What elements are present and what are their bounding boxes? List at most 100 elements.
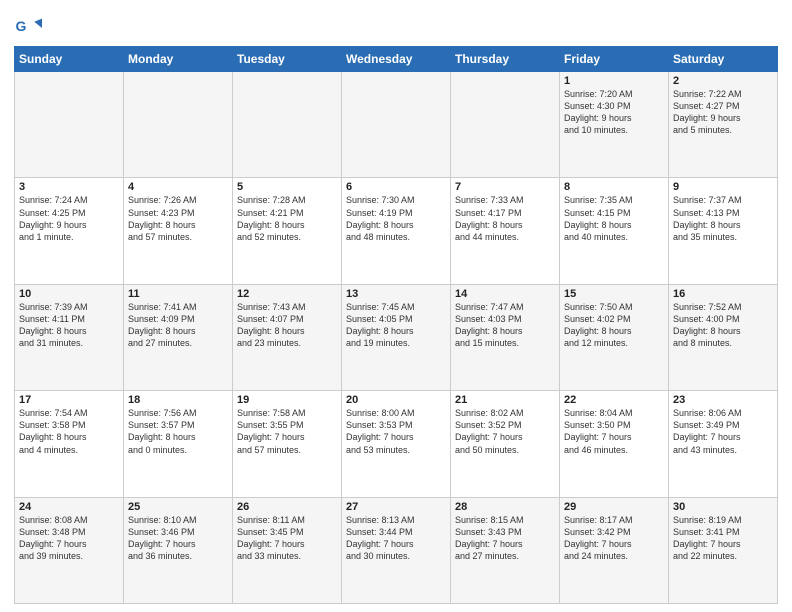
calendar-cell: 10Sunrise: 7:39 AM Sunset: 4:11 PM Dayli…	[15, 284, 124, 390]
calendar-cell: 1Sunrise: 7:20 AM Sunset: 4:30 PM Daylig…	[560, 72, 669, 178]
day-info: Sunrise: 7:28 AM Sunset: 4:21 PM Dayligh…	[237, 194, 337, 243]
day-info: Sunrise: 8:15 AM Sunset: 3:43 PM Dayligh…	[455, 514, 555, 563]
logo-icon: G	[14, 14, 42, 42]
day-info: Sunrise: 7:26 AM Sunset: 4:23 PM Dayligh…	[128, 194, 228, 243]
day-info: Sunrise: 8:04 AM Sunset: 3:50 PM Dayligh…	[564, 407, 664, 456]
day-info: Sunrise: 7:24 AM Sunset: 4:25 PM Dayligh…	[19, 194, 119, 243]
day-number: 14	[455, 288, 555, 300]
day-number: 18	[128, 394, 228, 406]
day-info: Sunrise: 8:06 AM Sunset: 3:49 PM Dayligh…	[673, 407, 773, 456]
calendar-cell: 6Sunrise: 7:30 AM Sunset: 4:19 PM Daylig…	[342, 178, 451, 284]
calendar-cell: 2Sunrise: 7:22 AM Sunset: 4:27 PM Daylig…	[669, 72, 778, 178]
day-info: Sunrise: 7:20 AM Sunset: 4:30 PM Dayligh…	[564, 88, 664, 137]
day-of-week-header: Monday	[124, 47, 233, 72]
calendar-week: 10Sunrise: 7:39 AM Sunset: 4:11 PM Dayli…	[15, 284, 778, 390]
day-number: 26	[237, 501, 337, 513]
page: G SundayMondayTuesdayWednesdayThursdayFr…	[0, 0, 792, 612]
day-number: 2	[673, 75, 773, 87]
calendar-cell: 4Sunrise: 7:26 AM Sunset: 4:23 PM Daylig…	[124, 178, 233, 284]
calendar-week: 3Sunrise: 7:24 AM Sunset: 4:25 PM Daylig…	[15, 178, 778, 284]
day-number: 10	[19, 288, 119, 300]
day-info: Sunrise: 7:41 AM Sunset: 4:09 PM Dayligh…	[128, 301, 228, 350]
day-number: 5	[237, 181, 337, 193]
calendar-cell: 14Sunrise: 7:47 AM Sunset: 4:03 PM Dayli…	[451, 284, 560, 390]
day-info: Sunrise: 7:52 AM Sunset: 4:00 PM Dayligh…	[673, 301, 773, 350]
day-number: 8	[564, 181, 664, 193]
calendar-week: 1Sunrise: 7:20 AM Sunset: 4:30 PM Daylig…	[15, 72, 778, 178]
day-number: 25	[128, 501, 228, 513]
calendar-cell	[451, 72, 560, 178]
day-info: Sunrise: 8:00 AM Sunset: 3:53 PM Dayligh…	[346, 407, 446, 456]
day-info: Sunrise: 7:37 AM Sunset: 4:13 PM Dayligh…	[673, 194, 773, 243]
days-of-week-row: SundayMondayTuesdayWednesdayThursdayFrid…	[15, 47, 778, 72]
calendar-cell: 26Sunrise: 8:11 AM Sunset: 3:45 PM Dayli…	[233, 497, 342, 603]
day-number: 23	[673, 394, 773, 406]
day-info: Sunrise: 7:30 AM Sunset: 4:19 PM Dayligh…	[346, 194, 446, 243]
calendar-cell: 16Sunrise: 7:52 AM Sunset: 4:00 PM Dayli…	[669, 284, 778, 390]
day-number: 11	[128, 288, 228, 300]
day-number: 4	[128, 181, 228, 193]
calendar-cell	[233, 72, 342, 178]
day-number: 19	[237, 394, 337, 406]
day-number: 17	[19, 394, 119, 406]
calendar-cell: 18Sunrise: 7:56 AM Sunset: 3:57 PM Dayli…	[124, 391, 233, 497]
calendar-cell: 7Sunrise: 7:33 AM Sunset: 4:17 PM Daylig…	[451, 178, 560, 284]
day-info: Sunrise: 7:39 AM Sunset: 4:11 PM Dayligh…	[19, 301, 119, 350]
day-number: 22	[564, 394, 664, 406]
calendar-cell	[342, 72, 451, 178]
day-number: 15	[564, 288, 664, 300]
day-info: Sunrise: 7:22 AM Sunset: 4:27 PM Dayligh…	[673, 88, 773, 137]
day-number: 20	[346, 394, 446, 406]
day-info: Sunrise: 8:17 AM Sunset: 3:42 PM Dayligh…	[564, 514, 664, 563]
calendar-cell: 29Sunrise: 8:17 AM Sunset: 3:42 PM Dayli…	[560, 497, 669, 603]
day-info: Sunrise: 7:54 AM Sunset: 3:58 PM Dayligh…	[19, 407, 119, 456]
day-info: Sunrise: 7:35 AM Sunset: 4:15 PM Dayligh…	[564, 194, 664, 243]
day-number: 12	[237, 288, 337, 300]
calendar-cell: 25Sunrise: 8:10 AM Sunset: 3:46 PM Dayli…	[124, 497, 233, 603]
calendar-cell: 3Sunrise: 7:24 AM Sunset: 4:25 PM Daylig…	[15, 178, 124, 284]
calendar-cell: 9Sunrise: 7:37 AM Sunset: 4:13 PM Daylig…	[669, 178, 778, 284]
day-info: Sunrise: 7:50 AM Sunset: 4:02 PM Dayligh…	[564, 301, 664, 350]
calendar-cell: 15Sunrise: 7:50 AM Sunset: 4:02 PM Dayli…	[560, 284, 669, 390]
calendar-body: 1Sunrise: 7:20 AM Sunset: 4:30 PM Daylig…	[15, 72, 778, 604]
day-number: 6	[346, 181, 446, 193]
calendar-cell: 8Sunrise: 7:35 AM Sunset: 4:15 PM Daylig…	[560, 178, 669, 284]
calendar-cell: 22Sunrise: 8:04 AM Sunset: 3:50 PM Dayli…	[560, 391, 669, 497]
day-number: 13	[346, 288, 446, 300]
calendar-cell	[15, 72, 124, 178]
day-of-week-header: Tuesday	[233, 47, 342, 72]
day-number: 21	[455, 394, 555, 406]
day-number: 27	[346, 501, 446, 513]
day-info: Sunrise: 8:02 AM Sunset: 3:52 PM Dayligh…	[455, 407, 555, 456]
day-number: 9	[673, 181, 773, 193]
day-number: 28	[455, 501, 555, 513]
day-of-week-header: Thursday	[451, 47, 560, 72]
day-number: 3	[19, 181, 119, 193]
calendar-cell: 17Sunrise: 7:54 AM Sunset: 3:58 PM Dayli…	[15, 391, 124, 497]
calendar-week: 17Sunrise: 7:54 AM Sunset: 3:58 PM Dayli…	[15, 391, 778, 497]
calendar-week: 24Sunrise: 8:08 AM Sunset: 3:48 PM Dayli…	[15, 497, 778, 603]
day-of-week-header: Friday	[560, 47, 669, 72]
day-number: 29	[564, 501, 664, 513]
day-number: 7	[455, 181, 555, 193]
calendar-cell: 5Sunrise: 7:28 AM Sunset: 4:21 PM Daylig…	[233, 178, 342, 284]
calendar-cell: 11Sunrise: 7:41 AM Sunset: 4:09 PM Dayli…	[124, 284, 233, 390]
svg-text:G: G	[16, 18, 27, 34]
day-number: 16	[673, 288, 773, 300]
day-info: Sunrise: 8:08 AM Sunset: 3:48 PM Dayligh…	[19, 514, 119, 563]
day-number: 30	[673, 501, 773, 513]
calendar-cell: 23Sunrise: 8:06 AM Sunset: 3:49 PM Dayli…	[669, 391, 778, 497]
day-info: Sunrise: 8:19 AM Sunset: 3:41 PM Dayligh…	[673, 514, 773, 563]
day-info: Sunrise: 7:58 AM Sunset: 3:55 PM Dayligh…	[237, 407, 337, 456]
calendar: SundayMondayTuesdayWednesdayThursdayFrid…	[14, 46, 778, 604]
calendar-cell: 28Sunrise: 8:15 AM Sunset: 3:43 PM Dayli…	[451, 497, 560, 603]
calendar-cell: 12Sunrise: 7:43 AM Sunset: 4:07 PM Dayli…	[233, 284, 342, 390]
day-info: Sunrise: 7:47 AM Sunset: 4:03 PM Dayligh…	[455, 301, 555, 350]
day-number: 1	[564, 75, 664, 87]
day-of-week-header: Wednesday	[342, 47, 451, 72]
day-info: Sunrise: 7:33 AM Sunset: 4:17 PM Dayligh…	[455, 194, 555, 243]
calendar-cell: 30Sunrise: 8:19 AM Sunset: 3:41 PM Dayli…	[669, 497, 778, 603]
calendar-cell: 24Sunrise: 8:08 AM Sunset: 3:48 PM Dayli…	[15, 497, 124, 603]
calendar-cell	[124, 72, 233, 178]
day-info: Sunrise: 7:56 AM Sunset: 3:57 PM Dayligh…	[128, 407, 228, 456]
